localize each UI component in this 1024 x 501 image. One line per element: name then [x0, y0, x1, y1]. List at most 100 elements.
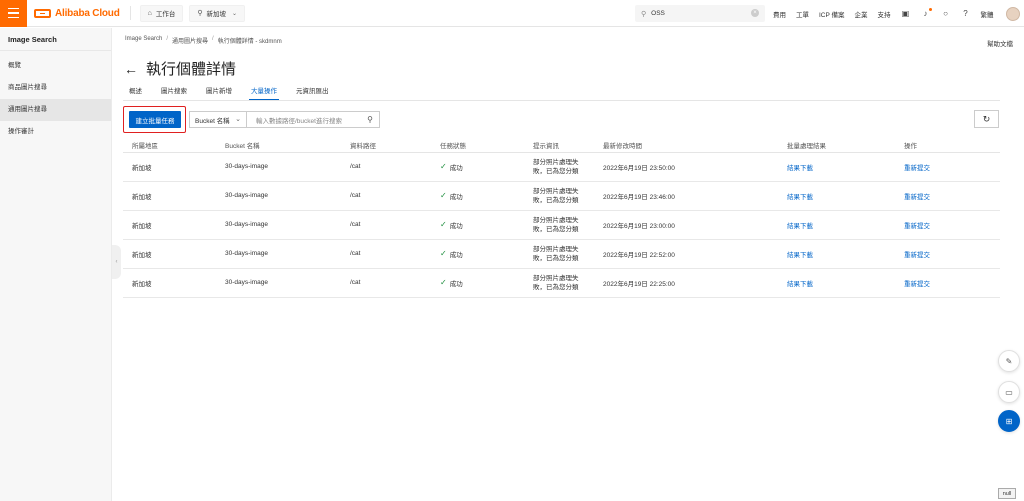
cell-result: 結果下載	[787, 268, 904, 298]
breadcrumb: Image Search / 通用圖片搜尋 / 執行個體詳情 - skdmnm	[125, 36, 282, 45]
nav-support[interactable]: 支持	[878, 9, 891, 19]
table-row: 新加坡 30-days-image /cat ✓ 成功 部分照片處理失敗，已為您分…	[123, 268, 1000, 298]
sidebar-item-general-image-search[interactable]: 通用圖片搜尋	[0, 99, 111, 121]
status-text: 成功	[449, 193, 463, 201]
nav-enterprise[interactable]: 企業	[855, 9, 868, 19]
region-selector[interactable]: ⚲ 新加坡 ⌄	[189, 4, 246, 22]
menu-icon[interactable]	[0, 0, 27, 27]
location-icon: ⚲	[197, 10, 203, 17]
cell-region: 新加坡	[123, 239, 225, 269]
chevron-down-icon: ⌄	[235, 116, 241, 123]
sidebar-collapse-handle[interactable]: ‹	[112, 245, 121, 279]
resubmit-link[interactable]: 重新提交	[904, 281, 930, 288]
filter-placeholder: 輸入數據路徑/bucket進行搜索	[256, 117, 342, 125]
workbench-button[interactable]: ⌂ 工作台	[139, 4, 184, 22]
region-label: 新加坡	[206, 11, 227, 18]
tab-overview[interactable]: 概述	[129, 86, 142, 100]
terminal-icon[interactable]: ▣	[901, 9, 911, 19]
page-title-text: 執行個體詳情	[146, 61, 237, 78]
download-result-link[interactable]: 結果下載	[787, 194, 813, 201]
top-nav: 費用 工單 ICP 備案 企業 支持 ▣ ♪ ○ ? 繁體	[773, 0, 1020, 27]
nav-icp[interactable]: ICP 備案	[819, 9, 845, 19]
download-result-link[interactable]: 結果下載	[787, 165, 813, 172]
search-value: OSS	[651, 10, 665, 17]
sidebar-item-overview[interactable]: 概覽	[0, 55, 111, 77]
table-row: 新加坡 30-days-image /cat ✓ 成功 部分照片處理失敗，已為您分…	[123, 181, 1000, 211]
filter-field-select[interactable]: Bucket 名稱 ⌄	[189, 111, 247, 128]
cell-tip: 部分照片處理失敗，已為您分類	[533, 181, 603, 211]
avatar[interactable]	[1005, 6, 1020, 21]
sidebar-item-product-image-search[interactable]: 商品圖片搜尋	[0, 77, 111, 99]
cell-action: 重新提交	[904, 152, 1000, 182]
check-icon: ✓	[440, 220, 447, 229]
sidebar-item-audit[interactable]: 操作審計	[0, 121, 111, 143]
resubmit-link[interactable]: 重新提交	[904, 194, 930, 201]
breadcrumb-item[interactable]: Image Search	[125, 36, 162, 45]
search-icon: ⚲	[641, 10, 647, 18]
cell-action: 重新提交	[904, 239, 1000, 269]
cell-tip: 部分照片處理失敗，已為您分類	[533, 239, 603, 269]
breadcrumb-separator: /	[166, 36, 169, 42]
brand-name: Alibaba Cloud	[55, 7, 120, 19]
cell-status: ✓ 成功	[440, 239, 533, 269]
nav-tickets[interactable]: 工單	[796, 9, 809, 19]
apps-button[interactable]: ⊞	[998, 410, 1020, 432]
column-header: 批量處理結果	[787, 138, 904, 153]
tab-metadata-export[interactable]: 元資訊匯出	[296, 86, 329, 100]
breadcrumb-item[interactable]: 通用圖片搜尋	[172, 36, 208, 45]
tab-bulk-operations[interactable]: 大量操作	[249, 86, 279, 100]
status-text: 成功	[449, 280, 463, 288]
global-search-input[interactable]: ⚲ OSS ×	[635, 5, 765, 22]
page-title: ← 執行個體詳情	[124, 58, 236, 79]
language-selector[interactable]: 繁體	[981, 9, 994, 19]
cell-time: 2022年6月19日 23:00:00	[603, 210, 787, 240]
download-result-link[interactable]: 結果下載	[787, 281, 813, 288]
cell-region: 新加坡	[123, 152, 225, 182]
cell-region: 新加坡	[123, 210, 225, 240]
cell-time: 2022年6月19日 22:52:00	[603, 239, 787, 269]
cell-status: ✓ 成功	[440, 181, 533, 211]
download-result-link[interactable]: 結果下載	[787, 223, 813, 230]
check-icon: ✓	[440, 249, 447, 258]
nav-billing[interactable]: 費用	[773, 9, 786, 19]
resubmit-link[interactable]: 重新提交	[904, 252, 930, 259]
resubmit-link[interactable]: 重新提交	[904, 165, 930, 172]
download-result-link[interactable]: 結果下載	[787, 252, 813, 259]
check-icon: ✓	[440, 191, 447, 200]
column-header: 提示資訊	[533, 138, 603, 153]
tab-image-search[interactable]: 圖片搜索	[161, 86, 187, 100]
refresh-icon: ↻	[982, 113, 991, 124]
column-header: 最新修改時間	[603, 138, 787, 153]
search-icon[interactable]: ⚲	[367, 115, 373, 124]
cell-status: ✓ 成功	[440, 152, 533, 182]
sidebar-title: Image Search	[0, 28, 111, 51]
create-bulk-task-button[interactable]: 建立批量任務	[129, 111, 181, 128]
cell-result: 結果下載	[787, 181, 904, 211]
pencil-icon: ✎	[1005, 356, 1013, 366]
chat-button[interactable]: ▭	[998, 381, 1020, 403]
sidebar: Image Search 概覽 商品圖片搜尋 通用圖片搜尋 操作審計	[0, 28, 112, 501]
cell-action: 重新提交	[904, 268, 1000, 298]
column-header: 操作	[904, 138, 1000, 153]
bell-icon[interactable]: ♪	[921, 7, 932, 19]
help-docs-link[interactable]: 幫助文檔	[987, 38, 1013, 48]
tip-text: 部分照片處理失敗，已為您分類	[533, 187, 579, 204]
status-text: 成功	[449, 251, 463, 259]
help-icon[interactable]: ?	[961, 9, 971, 19]
filter-input[interactable]: 輸入數據路徑/bucket進行搜索 ⚲	[247, 111, 380, 128]
table-row: 新加坡 30-days-image /cat ✓ 成功 部分照片處理失敗，已為您分…	[123, 239, 1000, 269]
edit-feedback-button[interactable]: ✎	[998, 350, 1020, 372]
resubmit-link[interactable]: 重新提交	[904, 223, 930, 230]
breadcrumb-current: 執行個體詳情 - skdmnm	[217, 39, 282, 45]
cell-result: 結果下載	[787, 152, 904, 182]
back-arrow-icon[interactable]: ←	[124, 61, 138, 77]
column-header: Bucket 名稱	[225, 138, 350, 153]
lightbulb-icon[interactable]: ○	[941, 9, 951, 19]
cell-time: 2022年6月19日 22:25:00	[603, 268, 787, 298]
clear-icon[interactable]: ×	[751, 9, 759, 17]
refresh-button[interactable]: ↻	[974, 110, 999, 128]
table-header-row: 所屬地區 Bucket 名稱 資料路徑 任務狀態 提示資訊 最新修改時間 批量處…	[123, 138, 1000, 153]
workbench-label: 工作台	[155, 11, 176, 18]
brand-logo[interactable]: Alibaba Cloud	[34, 0, 120, 27]
tab-image-add[interactable]: 圖片新增	[206, 86, 232, 100]
